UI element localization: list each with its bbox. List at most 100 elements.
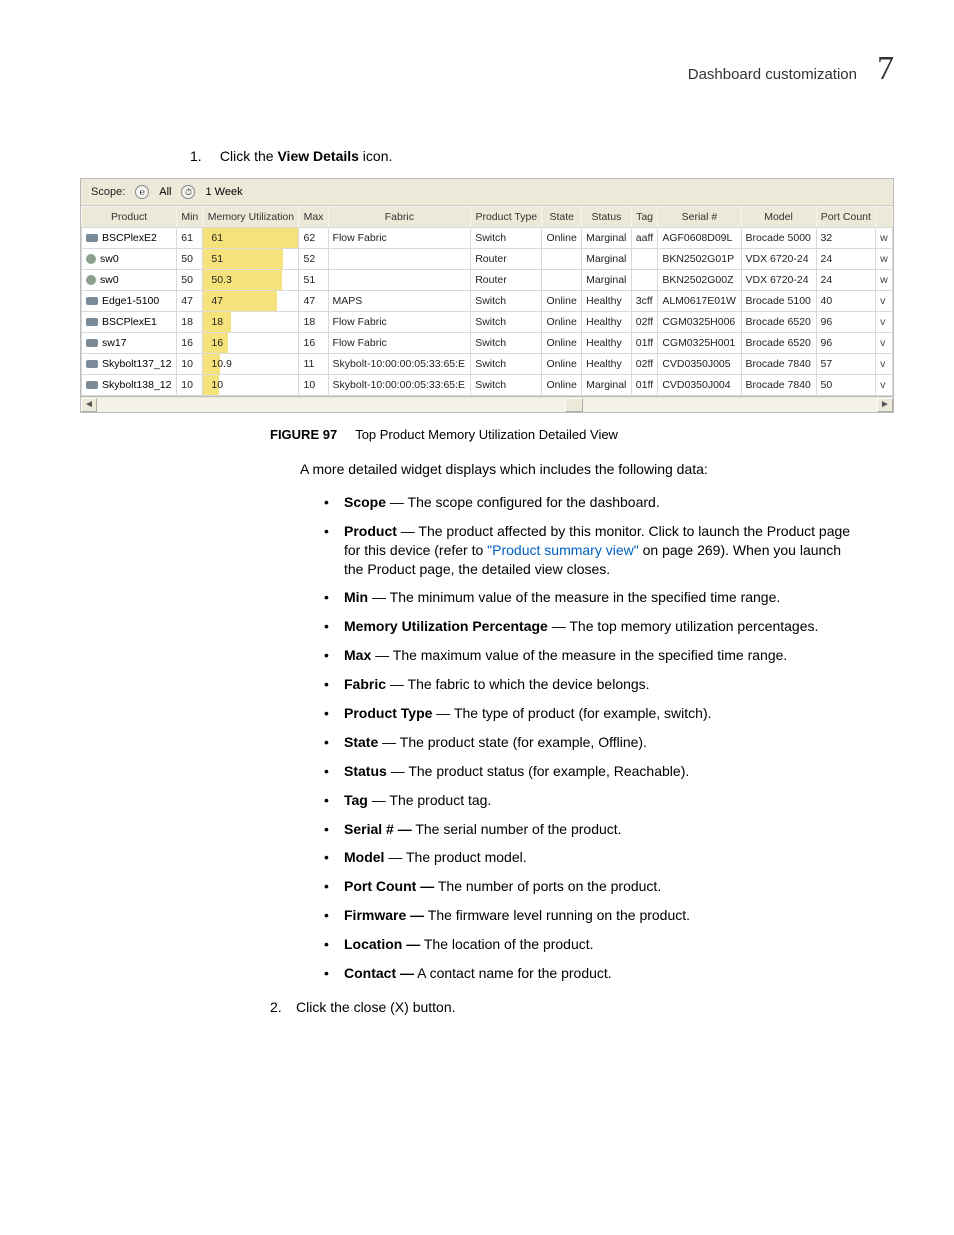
max-cell: 18 (299, 312, 328, 333)
definition-item: Fabric — The fabric to which the device … (320, 675, 854, 694)
product-cell[interactable]: sw0 (82, 249, 177, 270)
column-header[interactable]: Product (82, 207, 177, 228)
definition-term: Serial # — (344, 821, 412, 837)
cross-reference-link[interactable]: "Product summary view" (487, 542, 639, 558)
definition-item: Model — The product model. (320, 848, 854, 867)
status-cell: Healthy (582, 333, 632, 354)
product-cell[interactable]: Skybolt137_12 (82, 354, 177, 375)
state-cell: Online (542, 312, 582, 333)
definition-term: Max (344, 647, 371, 663)
column-header[interactable]: Product Type (471, 207, 542, 228)
definition-item: Memory Utilization Percentage — The top … (320, 617, 854, 636)
status-cell: Marginal (582, 228, 632, 249)
scroll-right-arrow-icon[interactable]: ► (877, 398, 893, 412)
utilization-value: 10 (207, 377, 294, 393)
table-row[interactable]: Edge1-5100474747MAPSSwitchOnlineHealthy3… (82, 291, 893, 312)
time-scope-value[interactable]: 1 Week (205, 186, 242, 198)
table-row[interactable]: sw05050.351RouterMarginalBKN2502G00ZVDX … (82, 270, 893, 291)
definition-term: Tag (344, 792, 368, 808)
product-cell[interactable]: BSCPlexE1 (82, 312, 177, 333)
table-row[interactable]: BSCPlexE1181818Flow FabricSwitchOnlineHe… (82, 312, 893, 333)
definition-desc: The firmware level running on the produc… (424, 907, 690, 923)
min-cell: 61 (177, 228, 203, 249)
table-row[interactable]: Skybolt138_12101010Skybolt-10:00:00:05:3… (82, 375, 893, 396)
product-cell[interactable]: Edge1-5100 (82, 291, 177, 312)
product-type-cell: Switch (471, 228, 542, 249)
definition-desc: — The product model. (384, 849, 526, 865)
product-type-cell: Switch (471, 354, 542, 375)
definition-term: Firmware — (344, 907, 424, 923)
state-cell: Online (542, 333, 582, 354)
product-cell[interactable]: Skybolt138_12 (82, 375, 177, 396)
definition-term: Min (344, 589, 368, 605)
definition-term: Location — (344, 936, 420, 952)
step-2-text: Click the close (X) button. (296, 999, 456, 1015)
network-scope-value[interactable]: All (159, 186, 171, 198)
product-cell[interactable]: sw0 (82, 270, 177, 291)
definition-item: Max — The maximum value of the measure i… (320, 646, 854, 665)
product-type-cell: Switch (471, 291, 542, 312)
definition-item: Contact — A contact name for the product… (320, 964, 854, 983)
definition-term: Contact — (344, 965, 414, 981)
column-header[interactable]: Tag (631, 207, 658, 228)
column-header[interactable]: Min (177, 207, 203, 228)
fabric-cell: Flow Fabric (328, 312, 471, 333)
intro-text: A more detailed widget displays which in… (300, 460, 894, 479)
definition-desc: — The product status (for example, Reach… (387, 763, 689, 779)
column-header[interactable]: Memory Utilization (203, 207, 299, 228)
state-cell (542, 249, 582, 270)
definition-term: Product (344, 523, 397, 539)
header-title: Dashboard customization (688, 66, 857, 83)
scroll-left-arrow-icon[interactable]: ◄ (81, 398, 97, 412)
table-row[interactable]: Skybolt137_121010.911Skybolt-10:00:00:05… (82, 354, 893, 375)
memory-utilization-cell: 16 (203, 333, 299, 354)
truncated-cell: v (876, 375, 893, 396)
serial-cell: CVD0350J005 (658, 354, 741, 375)
column-header[interactable]: Port Count (816, 207, 876, 228)
port-count-cell: 40 (816, 291, 876, 312)
fabric-cell: Flow Fabric (328, 228, 471, 249)
time-scope-icon[interactable]: ⏱ (181, 185, 195, 199)
column-header[interactable]: Fabric (328, 207, 471, 228)
scroll-thumb[interactable] (565, 398, 583, 412)
serial-cell: CVD0350J004 (658, 375, 741, 396)
product-name: Edge1-5100 (102, 295, 159, 307)
scroll-track[interactable] (97, 398, 877, 412)
horizontal-scrollbar[interactable]: ◄ ► (81, 396, 893, 412)
utilization-value: 16 (207, 335, 294, 351)
column-header[interactable]: State (542, 207, 582, 228)
tag-cell: 02ff (631, 312, 658, 333)
product-cell[interactable]: sw17 (82, 333, 177, 354)
table-row[interactable]: sw0505152RouterMarginalBKN2502G01PVDX 67… (82, 249, 893, 270)
definition-item: Scope — The scope configured for the das… (320, 493, 854, 512)
column-header[interactable]: Max (299, 207, 328, 228)
definition-item: Tag — The product tag. (320, 791, 854, 810)
utilization-value: 47 (207, 293, 294, 309)
product-cell[interactable]: BSCPlexE2 (82, 228, 177, 249)
memory-utilization-cell: 10 (203, 375, 299, 396)
table-row[interactable]: BSCPlexE2616162Flow FabricSwitchOnlineMa… (82, 228, 893, 249)
step-1-post: icon. (359, 148, 392, 164)
figure-caption: FIGURE 97Top Product Memory Utilization … (270, 427, 894, 442)
definition-item: Product — The product affected by this m… (320, 522, 854, 579)
min-cell: 50 (177, 270, 203, 291)
chapter-number: 7 (877, 50, 894, 88)
data-table: ProductMinMemory UtilizationMaxFabricPro… (81, 206, 893, 396)
utilization-value: 51 (207, 251, 294, 267)
definition-term: Scope (344, 494, 386, 510)
table-row[interactable]: sw17161616Flow FabricSwitchOnlineHealthy… (82, 333, 893, 354)
serial-cell: BKN2502G01P (658, 249, 741, 270)
min-cell: 50 (177, 249, 203, 270)
column-header[interactable]: Serial # (658, 207, 741, 228)
step-1: 1. Click the View Details icon. (190, 148, 894, 164)
column-header[interactable] (876, 207, 893, 228)
memory-utilization-cell: 47 (203, 291, 299, 312)
network-scope-icon[interactable]: ℮ (135, 185, 149, 199)
port-count-cell: 24 (816, 249, 876, 270)
column-header[interactable]: Model (741, 207, 816, 228)
fabric-cell (328, 249, 471, 270)
product-type-cell: Switch (471, 375, 542, 396)
column-header[interactable]: Status (582, 207, 632, 228)
status-cell: Marginal (582, 270, 632, 291)
serial-cell: CGM0325H001 (658, 333, 741, 354)
